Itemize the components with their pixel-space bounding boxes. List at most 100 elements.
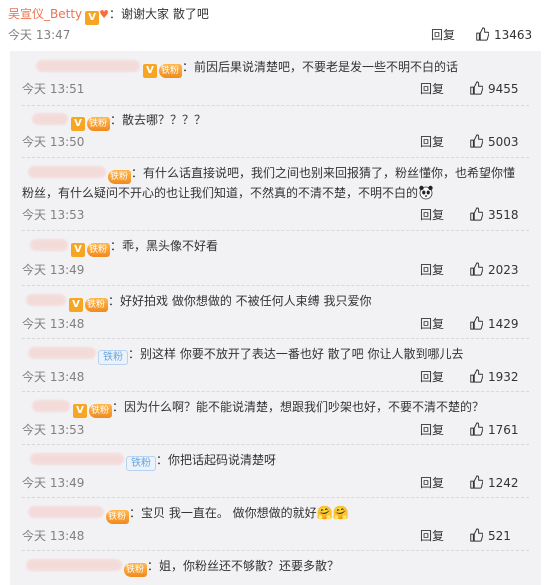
- reply-text: ：宝贝 我一直在。 做你想做的就好: [129, 506, 317, 520]
- reply-button[interactable]: 回复: [420, 205, 444, 225]
- like-button[interactable]: 3518: [469, 205, 519, 225]
- reply-text: ：姐，你粉丝还不够散？还要多散？: [147, 559, 340, 573]
- reply-line: V 铁粉 ：乖，黑头像不好看: [22, 236, 527, 257]
- like-button[interactable]: 521: [469, 526, 511, 546]
- reply-line: 铁粉 ：有什么话直接说吧，我们之间也别来回报猜了，粉丝懂你，也希望你懂: [22, 163, 527, 184]
- reply-time: 今天 13:49: [22, 476, 85, 490]
- fan-badge: 铁粉: [159, 64, 183, 78]
- reply-button[interactable]: 回复: [420, 420, 444, 440]
- thumbs-up-icon: [470, 369, 483, 383]
- blurred-username: [32, 400, 70, 412]
- hug-emoji-icon: 🤗🤗: [316, 506, 350, 521]
- fan-badge: 铁粉: [89, 404, 113, 418]
- blurred-username: [28, 347, 96, 359]
- blurred-username: [26, 559, 122, 571]
- divider: [22, 285, 529, 286]
- blurred-username: [32, 113, 68, 125]
- reply-button[interactable]: 回复: [420, 132, 444, 152]
- reply-button[interactable]: 回复: [431, 25, 455, 45]
- reply-line: V 铁粉 ：因为什么啊？能不能说清楚，想跟我们吵架也好，不要不清不楚的？: [22, 397, 527, 418]
- thumbs-up-icon: [470, 134, 483, 148]
- reply-text: ：别这样 你要不放开了表达一番也好 散了吧 你让人散到哪儿去: [128, 347, 464, 361]
- reply-line: 铁粉 ：宝贝 我一直在。 做你想做的就好🤗🤗: [22, 503, 527, 524]
- thumbs-up-icon: [470, 262, 483, 276]
- reply-time: 今天 13:53: [22, 423, 85, 437]
- verified-v-icon: V: [143, 64, 157, 78]
- like-button[interactable]: 1242: [469, 473, 519, 493]
- like-count: 1429: [488, 317, 519, 331]
- reply-button[interactable]: 回复: [420, 314, 444, 334]
- fan-badge: 铁粉: [87, 243, 111, 257]
- like-button[interactable]: 1761: [469, 420, 519, 440]
- reply-text: ：前因后果说清楚吧，不要老是发一些不明不白的话: [182, 60, 459, 74]
- like-button[interactable]: 9455: [469, 79, 519, 99]
- blurred-username: [28, 166, 106, 178]
- reply-meta: 今天 13:51 回复 9455: [22, 79, 525, 99]
- like-button[interactable]: 1429: [469, 314, 519, 334]
- like-button[interactable]: 13463: [475, 25, 532, 45]
- divider: [22, 105, 529, 106]
- like-count: 521: [488, 529, 511, 543]
- reply-time: 今天 13:48: [22, 529, 85, 543]
- reply-meta: 今天 13:53 回复 3518: [22, 205, 525, 225]
- reply-meta: 今天 13:53 回复 1761: [22, 420, 525, 440]
- reply-meta: 今天 13:48 回复 1932: [22, 367, 525, 387]
- reply-time: 今天 13:50: [22, 135, 85, 149]
- reply-meta: 今天 13:48 回复 521: [22, 526, 525, 546]
- reply-time: 今天 13:48: [22, 317, 85, 331]
- fan-badge: 铁粉: [98, 350, 128, 365]
- divider: [22, 157, 529, 158]
- reply-button[interactable]: 回复: [420, 79, 444, 99]
- reply-time: 今天 13:48: [22, 370, 85, 384]
- like-count: 9455: [488, 82, 519, 96]
- divider: [22, 550, 529, 551]
- thumbs-up-icon: [470, 316, 483, 330]
- reply-line: 铁粉 ：姐，你粉丝还不够散？还要多散？: [22, 556, 527, 577]
- fan-badge: 铁粉: [106, 510, 130, 524]
- reply-line: V 铁粉 ：前因后果说清楚吧，不要老是发一些不明不白的话: [22, 57, 527, 78]
- like-count: 1761: [488, 423, 519, 437]
- like-count: 13463: [494, 28, 533, 42]
- divider: [22, 391, 529, 392]
- reply-thread: V 铁粉 ：前因后果说清楚吧，不要老是发一些不明不白的话 今天 13:51 回复 9…: [10, 51, 541, 585]
- main-comment-line: 吴宣仪_Betty V ♥：谢谢大家 散了吧: [8, 4, 543, 25]
- verified-v-icon: V: [71, 117, 85, 131]
- verified-v-icon: V: [73, 404, 87, 418]
- reply-meta: 今天 13:49 回复 1242: [22, 473, 525, 493]
- thumbs-up-icon: [476, 27, 489, 41]
- reply-line: 铁粉 ：你把话起码说清楚呀: [22, 450, 527, 471]
- blurred-username: [36, 60, 140, 72]
- like-button[interactable]: 1932: [469, 367, 519, 387]
- reply-button[interactable]: 回复: [420, 260, 444, 280]
- reply-button[interactable]: 回复: [420, 526, 444, 546]
- reply-meta: 今天 13:48 回复 1429: [22, 314, 525, 334]
- thumbs-up-icon: [470, 475, 483, 489]
- divider: [22, 497, 529, 498]
- reply-text: ：因为什么啊？能不能说清楚，想跟我们吵架也好，不要不清不楚的？: [112, 400, 485, 414]
- like-count: 5003: [488, 135, 519, 149]
- fan-badge: 铁粉: [126, 456, 156, 471]
- reply-time: 今天 13:51: [22, 82, 85, 96]
- reply-line: 铁粉 ：别这样 你要不放开了表达一番也好 散了吧 你让人散到哪儿去: [22, 344, 527, 365]
- thumbs-up-icon: [470, 81, 483, 95]
- main-comment-meta: 今天 13:47 回复 13463: [8, 25, 543, 45]
- reply-button[interactable]: 回复: [420, 473, 444, 493]
- verified-v-icon: V: [71, 243, 85, 257]
- like-count: 1242: [488, 476, 519, 490]
- heart-badge-icon: ♥: [99, 8, 110, 21]
- reply-line-continued: 粉丝，有什么疑问不开心的也让我们知道，不然真的不清不楚，不明不白的: [22, 183, 527, 203]
- divider: [22, 444, 529, 445]
- reply-text: ：你把话起码说清楚呀: [156, 453, 277, 467]
- like-count: 2023: [488, 263, 519, 277]
- like-button[interactable]: 2023: [469, 260, 519, 280]
- commenter-username[interactable]: 吴宣仪_Betty: [8, 7, 82, 21]
- thumbs-up-icon: [470, 207, 483, 221]
- fan-badge: 铁粉: [85, 298, 109, 312]
- reply-text-continued: 粉丝，有什么疑问不开心的也让我们知道，不然真的不清不楚，不明不白的: [22, 186, 419, 200]
- like-button[interactable]: 5003: [469, 132, 519, 152]
- reply-line: V 铁粉 ：散去哪？？？？: [22, 110, 527, 131]
- reply-button[interactable]: 回复: [420, 367, 444, 387]
- divider: [22, 338, 529, 339]
- fan-badge: 铁粉: [87, 117, 111, 131]
- blurred-username: [26, 294, 66, 306]
